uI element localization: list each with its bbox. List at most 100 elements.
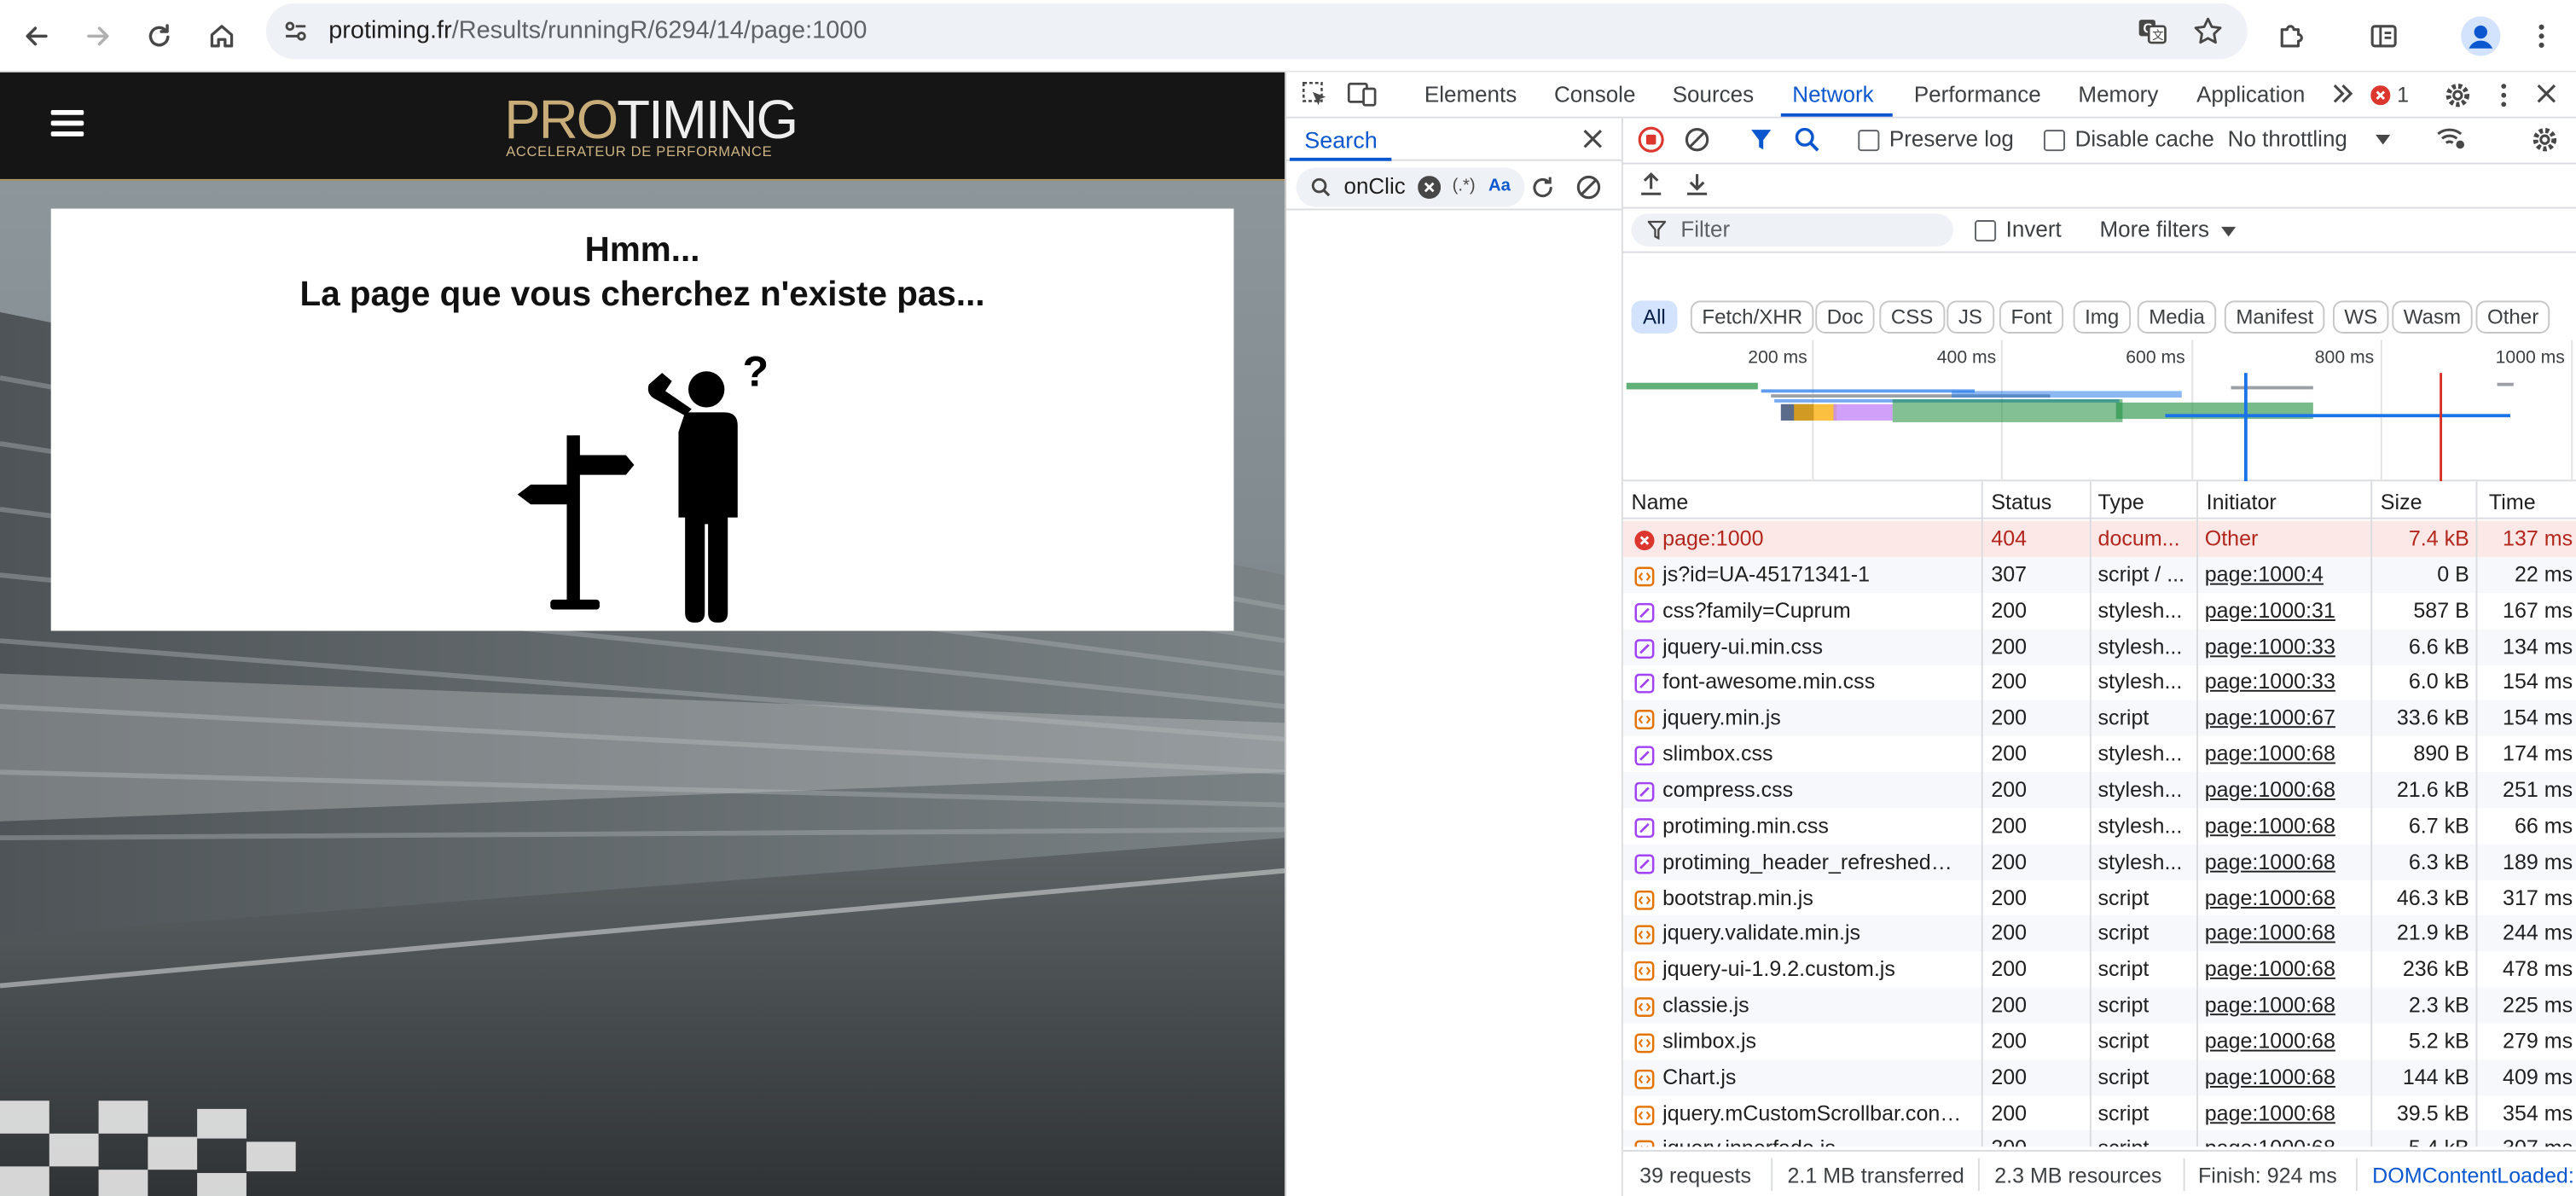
table-row[interactable]: Chart.js 200 script page:1000:68 144 kB 409 m… <box>1622 1059 2576 1096</box>
more-tabs-button[interactable] <box>2331 80 2354 107</box>
table-row[interactable]: slimbox.js 200 script page:1000:68 5.2 kB 279… <box>1623 1024 2576 1060</box>
table-row[interactable]: protiming_header_refreshed3.... 200 styles… <box>1622 844 2576 880</box>
request-initiator[interactable]: page:1000:68 <box>2205 849 2376 874</box>
table-row[interactable]: css?family=Cuprum 200 stylesh... page:1000:… <box>1623 593 2576 629</box>
disable-cache-checkbox[interactable] <box>2043 130 2066 152</box>
tab-elements[interactable]: Elements <box>1424 82 1517 107</box>
regex-toggle[interactable]: (.*) <box>1453 176 1476 195</box>
column-name[interactable]: Name <box>1632 490 1689 514</box>
request-initiator[interactable]: page:1000:33 <box>2205 670 2376 694</box>
table-row[interactable]: js?id=UA-45171341-1 307 script / ... page:1… <box>1622 556 2576 593</box>
back-button[interactable] <box>13 13 59 59</box>
chip-other[interactable]: Other <box>2475 300 2550 334</box>
table-row[interactable]: bootstrap.min.js 200 script page:1000:68 46.… <box>1623 880 2576 915</box>
table-row[interactable]: jquery-ui-1.9.2.custom.js 200 script page:1… <box>1623 951 2576 987</box>
tab-application[interactable]: Application <box>2196 82 2305 107</box>
network-overview-timeline[interactable]: 200 ms 400 ms 600 ms 800 ms 1000 ms <box>1622 340 2576 482</box>
hamburger-menu-button[interactable] <box>49 105 85 141</box>
chip-doc[interactable]: Doc <box>1815 300 1876 334</box>
request-initiator[interactable]: page:1000:68 <box>2205 1136 2376 1147</box>
tab-network[interactable]: Network <box>1792 82 1873 107</box>
site-info-button[interactable] <box>277 13 313 49</box>
chip-ws[interactable]: WS <box>2332 300 2389 334</box>
record-button[interactable] <box>1638 126 1664 153</box>
table-row[interactable]: font-awesome.min.css 200 stylesh... page:10… <box>1623 665 2576 700</box>
home-button[interactable] <box>199 13 245 59</box>
chip-js[interactable]: JS <box>1947 300 1994 334</box>
table-row[interactable]: jquery-ui.min.css 200 stylesh... page:1000:… <box>1622 628 2576 665</box>
chip-fetch-xhr[interactable]: Fetch/XHR <box>1690 300 1814 334</box>
column-type[interactable]: Type <box>2098 490 2144 514</box>
request-initiator[interactable]: page:1000:4 <box>2205 561 2376 586</box>
throttling-select[interactable]: No throttling <box>2228 123 2399 156</box>
table-row[interactable]: jquery.validate.min.js 200 script page:1000… <box>1622 915 2576 952</box>
tab-console[interactable]: Console <box>1554 82 1635 107</box>
devtools-menu-button[interactable] <box>2492 80 2515 110</box>
devtools-settings-button[interactable] <box>2443 80 2473 110</box>
invert-checkbox[interactable] <box>1975 220 1997 242</box>
chip-img[interactable]: Img <box>2073 300 2131 334</box>
device-toolbar-button[interactable] <box>1347 80 1377 108</box>
tab-memory[interactable]: Memory <box>2078 82 2158 107</box>
table-row[interactable]: page:1000 404 docum... Other 7.4 kB 137 ms <box>1622 520 2576 557</box>
clear-search-button[interactable] <box>1418 176 1442 200</box>
forward-button[interactable] <box>76 13 122 59</box>
column-time[interactable]: Time <box>2489 490 2536 514</box>
chip-media[interactable]: Media <box>2137 300 2217 334</box>
request-initiator[interactable]: page:1000:67 <box>2205 705 2376 730</box>
column-size[interactable]: Size <box>2381 490 2422 514</box>
request-initiator[interactable]: page:1000:68 <box>2205 992 2376 1017</box>
search-panel-title[interactable]: Search <box>1304 126 1377 153</box>
address-bar[interactable]: protiming.fr/Results/runningR/6294/14/pa… <box>266 3 2248 60</box>
table-row[interactable]: slimbox.css 200 stylesh... page:1000:68 890 … <box>1623 736 2576 772</box>
more-filters-dropdown[interactable]: More filters <box>2099 217 2247 247</box>
table-row[interactable]: compress.css 200 stylesh... page:1000:68 21.… <box>1622 772 2576 809</box>
table-row[interactable]: jquery.min.js 200 script page:1000:67 33.6 k… <box>1622 700 2576 737</box>
request-initiator[interactable]: page:1000:68 <box>2205 885 2376 909</box>
request-initiator[interactable]: page:1000:31 <box>2205 597 2376 622</box>
clear-log-button[interactable] <box>1684 126 1710 153</box>
request-initiator[interactable]: page:1000:68 <box>2205 1064 2376 1089</box>
table-row[interactable]: classie.js 200 script page:1000:68 2.3 kB 225… <box>1622 987 2576 1024</box>
import-har-button[interactable] <box>1638 171 1664 197</box>
chip-font[interactable]: Font <box>1999 300 2064 334</box>
table-row[interactable]: jquery.innerfade.js 200 script page:1000:68… <box>1622 1130 2576 1147</box>
filter-toggle-button[interactable] <box>1749 126 1772 153</box>
request-initiator[interactable]: page:1000:68 <box>2205 777 2376 802</box>
url-text[interactable]: protiming.fr/Results/runningR/6294/14/pa… <box>328 16 867 44</box>
bookmark-button[interactable] <box>2191 15 2225 48</box>
clear-search-results-button[interactable] <box>1575 174 1602 200</box>
filter-input[interactable]: Filter <box>1631 213 1954 247</box>
column-initiator[interactable]: Initiator <box>2207 490 2277 514</box>
inspect-element-button[interactable] <box>1301 80 1329 108</box>
chip-all[interactable]: All <box>1631 300 1678 334</box>
close-search-button[interactable] <box>1582 128 1604 149</box>
request-initiator[interactable]: page:1000:68 <box>2205 813 2376 838</box>
network-conditions-button[interactable] <box>2436 125 2466 151</box>
export-har-button[interactable] <box>1684 171 1710 197</box>
request-initiator[interactable]: page:1000:68 <box>2205 1028 2376 1053</box>
reading-list-button[interactable] <box>2361 13 2407 59</box>
protiming-logo[interactable]: PROTIMING ACCELERATEUR DE PERFORMANCE <box>504 91 816 165</box>
match-case-toggle[interactable]: Aa <box>1488 176 1511 195</box>
request-initiator[interactable]: page:1000:68 <box>2205 741 2376 766</box>
request-initiator[interactable]: page:1000:33 <box>2205 633 2376 658</box>
browser-menu-button[interactable] <box>2519 13 2565 59</box>
tab-sources[interactable]: Sources <box>1673 82 1754 107</box>
preserve-log-checkbox[interactable] <box>1858 130 1880 152</box>
chip-manifest[interactable]: Manifest <box>2224 300 2325 334</box>
translate-button[interactable]: G文 <box>2136 15 2169 48</box>
extensions-button[interactable] <box>2269 13 2315 59</box>
search-input[interactable]: onClic (.*) Aa <box>1296 167 1525 207</box>
table-row[interactable]: jquery.mCustomScrollbar.conc... 200 script… <box>1623 1095 2576 1131</box>
column-status[interactable]: Status <box>1991 490 2051 514</box>
close-devtools-button[interactable] <box>2535 82 2558 105</box>
search-toggle-button[interactable] <box>1794 126 1820 153</box>
tab-performance[interactable]: Performance <box>1914 82 2041 107</box>
error-counter[interactable]: 1 <box>2370 82 2420 108</box>
request-initiator[interactable]: page:1000:68 <box>2205 1100 2376 1125</box>
reload-button[interactable] <box>136 13 183 59</box>
request-initiator[interactable]: page:1000:68 <box>2205 920 2376 945</box>
chip-css[interactable]: CSS <box>1879 300 1945 334</box>
request-initiator[interactable]: page:1000:68 <box>2205 956 2376 981</box>
